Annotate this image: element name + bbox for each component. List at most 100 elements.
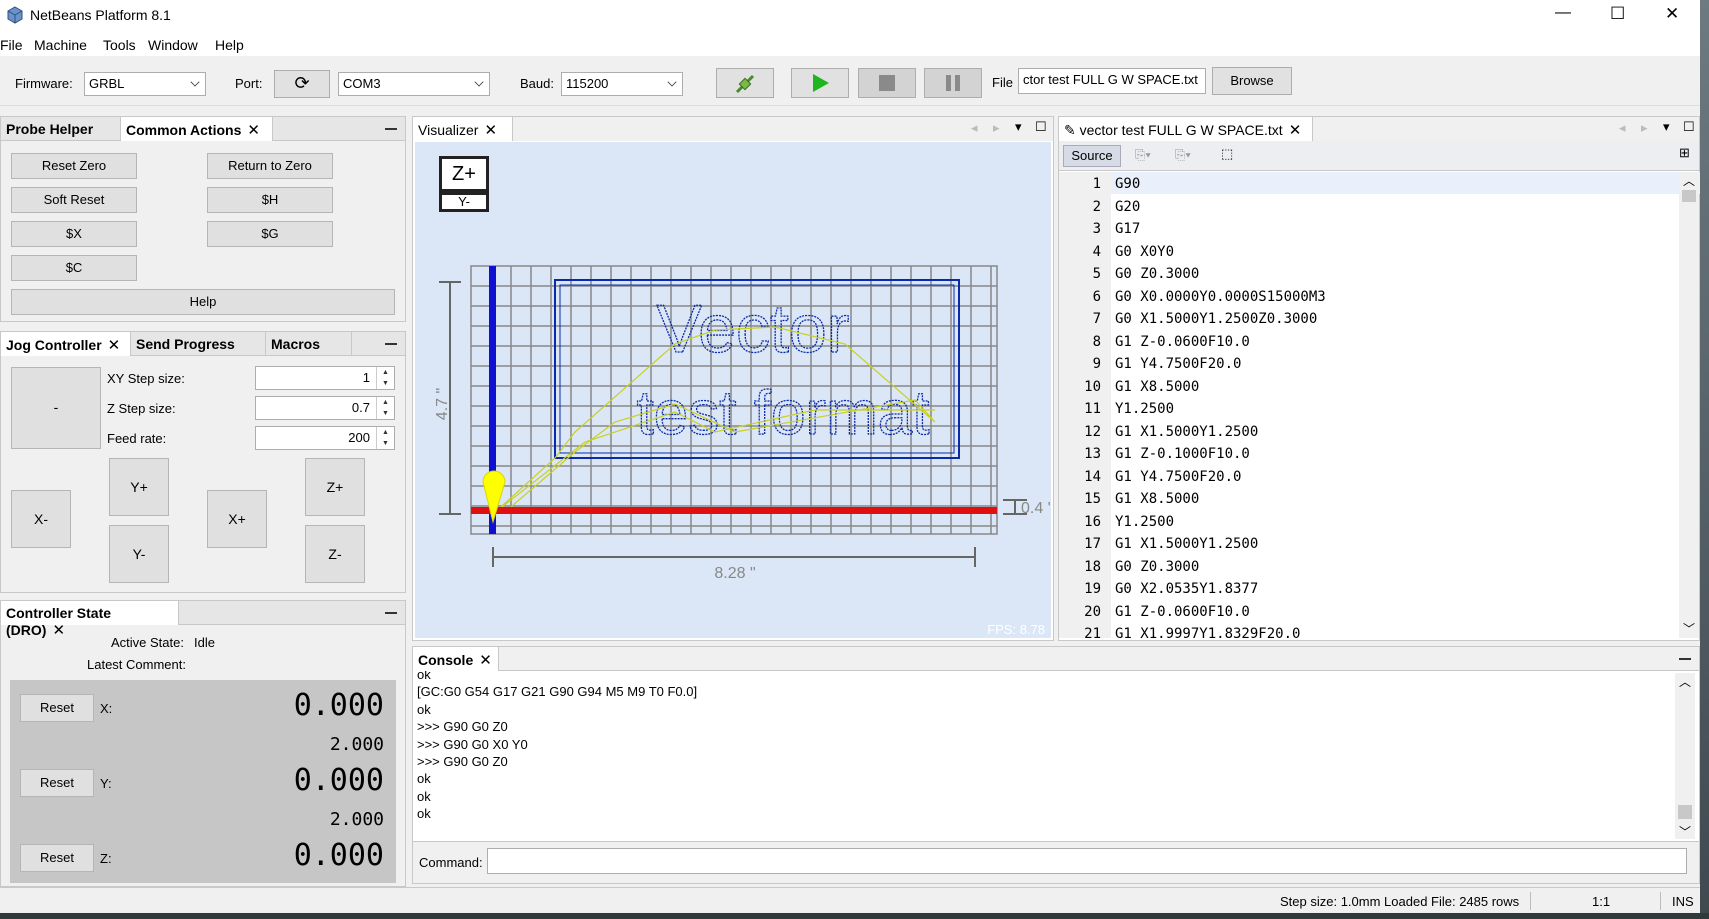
minimize-panel-icon[interactable] — [385, 343, 397, 345]
help-button[interactable]: Help — [11, 289, 395, 315]
console-line: ok — [417, 806, 431, 822]
minimize-panel-icon[interactable] — [1679, 658, 1691, 660]
spinner-arrows-icon[interactable]: ▲ ▼ — [376, 397, 394, 419]
check-mode-button[interactable]: $C — [11, 255, 137, 281]
console-line: ok — [417, 671, 431, 682]
maximize-icon[interactable]: ☐ — [1035, 119, 1047, 135]
close-icon[interactable]: ✕ — [247, 122, 260, 139]
close-icon[interactable]: ✕ — [1289, 122, 1302, 139]
firmware-select[interactable]: GRBL — [84, 72, 206, 96]
command-input[interactable] — [487, 848, 1687, 874]
console-line: ok — [417, 771, 431, 787]
unlock-button[interactable]: $X — [11, 221, 137, 247]
select-region-icon[interactable]: ⬚ — [1221, 146, 1233, 162]
console-scrollbar[interactable]: ︿ ﹀ — [1675, 673, 1695, 839]
reset-y-button[interactable]: Reset — [20, 769, 94, 797]
jog-controller-panel: Jog Controller ✕ Send Progress Macros - X… — [0, 331, 406, 593]
close-icon[interactable]: ✕ — [484, 122, 497, 139]
menu-tools[interactable]: Tools — [103, 37, 136, 53]
scroll-up-icon[interactable]: ︿ — [1683, 172, 1695, 189]
jog-x-plus-button[interactable]: X+ — [207, 490, 267, 548]
line-number: 4 — [1092, 243, 1101, 260]
pause-button[interactable] — [924, 68, 982, 98]
homing-button[interactable]: $H — [207, 187, 333, 213]
scroll-left-icon[interactable]: ◂ — [971, 120, 978, 136]
scroll-thumb[interactable] — [1682, 190, 1696, 202]
code-line: G20 — [1115, 198, 1141, 215]
code-line: G0 X2.0535Y1.8377 — [1115, 581, 1259, 597]
x-work-value: 2.000 — [329, 734, 384, 755]
scroll-down-icon[interactable]: ﹀ — [1679, 823, 1691, 840]
maximize-icon[interactable]: ☐ — [1683, 119, 1695, 135]
reset-zero-button[interactable]: Reset Zero — [11, 153, 137, 179]
stop-button[interactable] — [858, 68, 916, 98]
tab-editor-file[interactable]: ✎ vector test FULL G W SPACE.txt ✕ — [1059, 117, 1313, 141]
scroll-right-icon[interactable]: ▸ — [993, 120, 1000, 136]
scroll-right-icon[interactable]: ▸ — [1641, 120, 1648, 136]
close-icon[interactable]: ✕ — [479, 652, 492, 669]
scroll-up-icon[interactable]: ︿ — [1679, 673, 1691, 690]
reset-z-button[interactable]: Reset — [20, 844, 94, 872]
gcode-state-button[interactable]: $G — [207, 221, 333, 247]
tab-send-progress[interactable]: Send Progress — [131, 332, 266, 356]
split-view-icon[interactable]: ⊞ — [1679, 145, 1690, 161]
dropdown-icon[interactable]: ▾ — [1015, 119, 1022, 135]
menu-file[interactable]: File — [0, 37, 23, 53]
xy-step-input[interactable]: 1 ▲ ▼ — [255, 366, 395, 390]
tool-position-icon — [482, 470, 506, 524]
history-forward-icon[interactable]: ⎘▾ — [1175, 147, 1191, 163]
browse-button[interactable]: Browse — [1212, 67, 1292, 95]
menu-machine[interactable]: Machine — [34, 37, 87, 53]
close-icon[interactable]: ✕ — [52, 622, 65, 639]
editor-scrollbar[interactable]: ︿ ﹀ — [1679, 172, 1699, 638]
scroll-left-icon[interactable]: ◂ — [1619, 120, 1626, 136]
dropdown-icon[interactable]: ▾ — [1663, 119, 1670, 135]
source-button[interactable]: Source — [1063, 145, 1121, 167]
console-panel: Console ✕ ok [GC:G0 G54 G17 G21 G90 G94 M5… — [412, 646, 1700, 884]
close-button[interactable]: ✕ — [1665, 4, 1679, 24]
feed-rate-input[interactable]: 200 ▲ ▼ — [255, 426, 395, 450]
menu-window[interactable]: Window — [148, 37, 198, 53]
port-select[interactable]: COM3 — [338, 72, 490, 96]
minimize-panel-icon[interactable] — [385, 128, 397, 130]
code-area[interactable]: 1 G90 2 G20 3 G17 4 G0 X0Y0 5 G0 Z0.3000 6 G0 X0.00… — [1059, 172, 1679, 638]
tab-visualizer[interactable]: Visualizer ✕ — [413, 117, 513, 141]
tab-probe-helper[interactable]: Probe Helper — [1, 117, 121, 141]
baud-select[interactable]: 115200 — [561, 72, 683, 96]
minimize-panel-icon[interactable] — [385, 612, 397, 614]
z-step-input[interactable]: 0.7 ▲ ▼ — [255, 396, 395, 420]
connect-button[interactable] — [716, 68, 774, 98]
maximize-button[interactable]: ☐ — [1610, 4, 1625, 24]
tab-console[interactable]: Console ✕ — [413, 647, 499, 671]
toolpath-line-1: Vector — [657, 291, 850, 367]
close-icon[interactable]: ✕ — [108, 337, 121, 354]
history-back-icon[interactable]: ⎘▾ — [1135, 147, 1151, 163]
spinner-arrows-icon[interactable]: ▲ ▼ — [376, 427, 394, 449]
reset-x-button[interactable]: Reset — [20, 694, 94, 722]
jog-y-plus-button[interactable]: Y+ — [109, 458, 169, 516]
scroll-thumb[interactable] — [1678, 805, 1692, 819]
soft-reset-button[interactable]: Soft Reset — [11, 187, 137, 213]
return-to-zero-button[interactable]: Return to Zero — [207, 153, 333, 179]
visualizer-canvas[interactable]: Z+ Y- Vector test format 4.7 " 8.28 " 0.… — [415, 142, 1051, 638]
refresh-ports-button[interactable]: ⟳ — [274, 70, 330, 98]
menu-help[interactable]: Help — [215, 37, 244, 53]
jog-z-plus-button[interactable]: Z+ — [305, 458, 365, 516]
play-button[interactable] — [791, 68, 849, 98]
tab-macros[interactable]: Macros — [266, 332, 352, 356]
line-number: 3 — [1092, 221, 1101, 237]
tab-common-actions[interactable]: Common Actions ✕ — [121, 117, 273, 141]
tab-jog-controller[interactable]: Jog Controller ✕ — [1, 332, 131, 356]
jog-center-button[interactable]: - — [11, 367, 101, 449]
jog-z-minus-button[interactable]: Z- — [305, 525, 365, 583]
file-path-field[interactable]: ctor test FULL G W SPACE.txt — [1018, 68, 1206, 94]
jog-y-minus-button[interactable]: Y- — [109, 525, 169, 583]
chevron-down-icon — [190, 77, 200, 87]
tab-controller-state[interactable]: Controller State (DRO) ✕ — [1, 601, 179, 639]
minimize-button[interactable]: — — [1555, 4, 1571, 22]
spinner-arrows-icon[interactable]: ▲ ▼ — [376, 367, 394, 389]
z-axis-label: Z: — [100, 851, 112, 866]
common-actions-panel: Probe Helper Common Actions ✕ Reset Zero … — [0, 116, 406, 322]
jog-x-minus-button[interactable]: X- — [11, 490, 71, 548]
scroll-down-icon[interactable]: ﹀ — [1683, 620, 1695, 637]
